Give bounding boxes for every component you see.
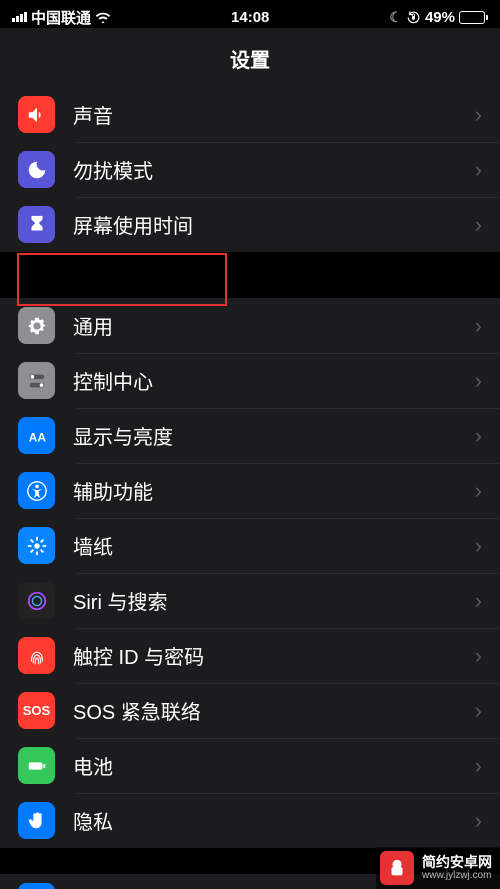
- chevron-right-icon: ›: [475, 313, 482, 339]
- row-label: 勿扰模式: [73, 155, 475, 184]
- chevron-right-icon: ›: [475, 423, 482, 449]
- row-touchid[interactable]: 触控 ID 与密码 ›: [0, 628, 500, 683]
- accessibility-icon: [18, 472, 55, 509]
- moon-icon: ☾: [389, 9, 402, 26]
- fingerprint-icon: [18, 637, 55, 674]
- row-label: 屏幕使用时间: [73, 210, 475, 239]
- row-label: 声音: [73, 100, 475, 129]
- chevron-right-icon: ›: [475, 753, 482, 779]
- signal-icon: [12, 12, 27, 22]
- battery-pct-label: 49%: [425, 9, 455, 26]
- status-bar: 中国联通 14:08 ☾ 49% ⚡︎: [0, 0, 500, 28]
- row-label: 辅助功能: [73, 476, 475, 505]
- moon-icon: [18, 151, 55, 188]
- row-label: 墙纸: [73, 531, 475, 560]
- row-dnd[interactable]: 勿扰模式 ›: [0, 142, 500, 197]
- watermark-url: www.jylzwj.com: [422, 870, 492, 881]
- battery-icon: ⚡︎: [459, 11, 488, 24]
- row-wallpaper[interactable]: 墙纸 ›: [0, 518, 500, 573]
- clock-label: 14:08: [231, 9, 269, 26]
- row-label: 电池: [73, 751, 475, 780]
- switches-icon: [18, 362, 55, 399]
- chevron-right-icon: ›: [475, 212, 482, 238]
- wifi-icon: [95, 11, 111, 23]
- row-control-center[interactable]: 控制中心 ›: [0, 353, 500, 408]
- siri-icon: [18, 582, 55, 619]
- sos-icon: SOS: [18, 692, 55, 729]
- svg-text:AA: AA: [28, 430, 46, 444]
- flower-icon: [18, 527, 55, 564]
- chevron-right-icon: ›: [475, 588, 482, 614]
- chevron-right-icon: ›: [475, 808, 482, 834]
- chevron-right-icon: ›: [475, 533, 482, 559]
- row-label: 触控 ID 与密码: [73, 641, 475, 670]
- gear-icon: [18, 307, 55, 344]
- chevron-right-icon: ›: [475, 698, 482, 724]
- row-label: 显示与亮度: [73, 421, 475, 450]
- row-label: SOS 紧急联络: [73, 696, 475, 725]
- row-label: 控制中心: [73, 366, 475, 395]
- chevron-right-icon: ›: [475, 643, 482, 669]
- battery-icon: [18, 747, 55, 784]
- watermark-title: 简约安卓网: [422, 855, 492, 870]
- row-screentime[interactable]: 屏幕使用时间 ›: [0, 197, 500, 252]
- row-display[interactable]: AA 显示与亮度 ›: [0, 408, 500, 463]
- speaker-icon: [18, 96, 55, 133]
- row-sound[interactable]: 声音 ›: [0, 87, 500, 142]
- hand-icon: [18, 802, 55, 839]
- chevron-right-icon: ›: [475, 368, 482, 394]
- row-siri[interactable]: Siri 与搜索 ›: [0, 573, 500, 628]
- chevron-right-icon: ›: [475, 478, 482, 504]
- row-label: 隐私: [73, 806, 475, 835]
- text-size-icon: AA: [18, 417, 55, 454]
- carrier-label: 中国联通: [31, 7, 91, 28]
- row-sos[interactable]: SOS SOS 紧急联络 ›: [0, 683, 500, 738]
- hourglass-icon: [18, 206, 55, 243]
- appstore-icon: [18, 883, 55, 889]
- row-accessibility[interactable]: 辅助功能 ›: [0, 463, 500, 518]
- chevron-right-icon: ›: [475, 157, 482, 183]
- row-label: Siri 与搜索: [73, 586, 475, 615]
- chevron-right-icon: ›: [475, 102, 482, 128]
- row-privacy[interactable]: 隐私 ›: [0, 793, 500, 848]
- row-general[interactable]: 通用 ›: [0, 298, 500, 353]
- row-label: 通用: [73, 311, 475, 340]
- watermark-logo-icon: [380, 851, 414, 885]
- watermark: 简约安卓网 www.jylzwj.com: [376, 847, 500, 889]
- row-battery[interactable]: 电池 ›: [0, 738, 500, 793]
- page-title: 设置: [0, 28, 500, 87]
- rotation-lock-icon: [406, 10, 421, 25]
